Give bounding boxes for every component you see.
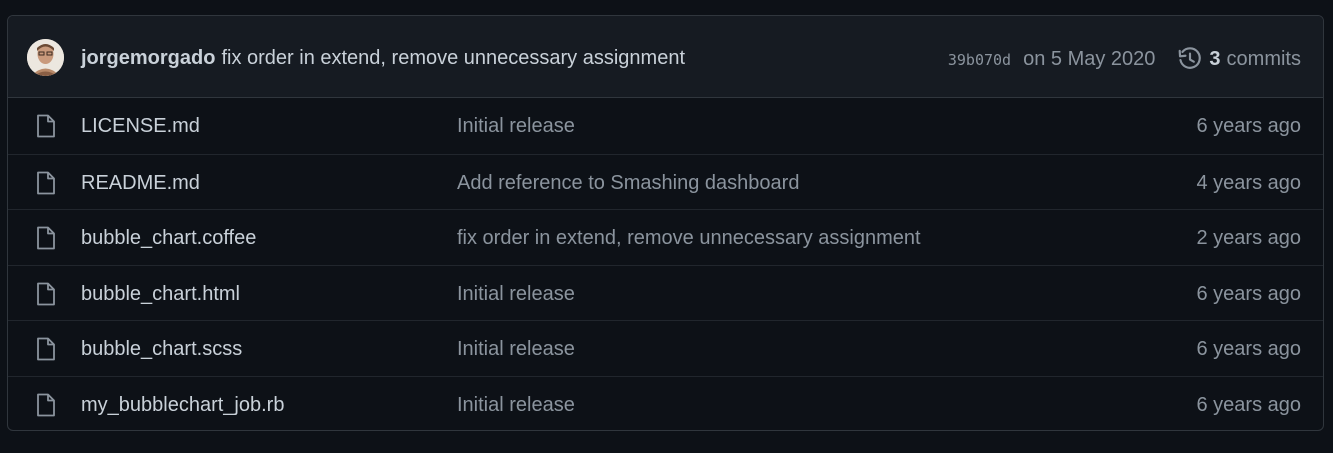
file-commit-age: 6 years ago bbox=[1196, 115, 1301, 137]
file-row: LICENSE.md Initial release 6 years ago bbox=[8, 98, 1323, 154]
file-name-link[interactable]: my_bubblechart_job.rb bbox=[81, 392, 284, 418]
file-row: README.md Add reference to Smashing dash… bbox=[8, 153, 1323, 210]
file-list: LICENSE.md Initial release 6 years ago R… bbox=[8, 98, 1323, 430]
history-icon[interactable] bbox=[1177, 46, 1203, 72]
commit-meta: 39b070d on 5 May 2020 3 commits bbox=[948, 45, 1301, 73]
file-icon bbox=[37, 282, 55, 306]
commits-label[interactable]: commits bbox=[1227, 46, 1301, 72]
author-avatar[interactable] bbox=[27, 39, 64, 76]
file-commit-age: 4 years ago bbox=[1196, 171, 1301, 194]
commit-date: on 5 May 2020 bbox=[1023, 48, 1156, 70]
commits-count[interactable]: 3 bbox=[1209, 46, 1220, 72]
file-name-link[interactable]: bubble_chart.html bbox=[81, 281, 240, 307]
file-browser: jorgemorgado fix order in extend, remove … bbox=[7, 15, 1324, 431]
commit-sha-link[interactable]: 39b070d bbox=[948, 45, 1011, 73]
file-commit-message-link[interactable]: Initial release bbox=[457, 281, 575, 307]
file-commit-message-link[interactable]: Initial release bbox=[457, 336, 575, 362]
file-row: bubble_chart.html Initial release 6 year… bbox=[8, 264, 1323, 321]
file-name-link[interactable]: bubble_chart.scss bbox=[81, 336, 242, 362]
file-icon bbox=[37, 337, 55, 361]
file-commit-message-link[interactable]: fix order in extend, remove unnecessary … bbox=[457, 225, 921, 251]
file-row: bubble_chart.coffee fix order in extend,… bbox=[8, 209, 1323, 265]
file-name-link[interactable]: README.md bbox=[81, 170, 200, 196]
file-commit-message-link[interactable]: Add reference to Smashing dashboard bbox=[457, 170, 799, 196]
latest-commit-line: jorgemorgado fix order in extend, remove … bbox=[81, 45, 685, 71]
file-icon bbox=[37, 114, 55, 138]
file-icon bbox=[37, 393, 55, 417]
file-commit-age: 6 years ago bbox=[1196, 338, 1301, 361]
file-icon bbox=[37, 171, 55, 194]
file-commit-age: 2 years ago bbox=[1196, 227, 1301, 250]
file-icon bbox=[37, 226, 55, 250]
file-row: bubble_chart.scss Initial release 6 year… bbox=[8, 320, 1323, 376]
file-name-link[interactable]: LICENSE.md bbox=[81, 113, 200, 139]
file-row: my_bubblechart_job.rb Initial release 6 … bbox=[8, 375, 1323, 430]
commit-message-link[interactable]: fix order in extend, remove unnecessary … bbox=[221, 47, 685, 69]
file-commit-message-link[interactable]: Initial release bbox=[457, 392, 575, 418]
file-commit-age: 6 years ago bbox=[1196, 393, 1301, 416]
commit-author-link[interactable]: jorgemorgado bbox=[81, 47, 215, 69]
file-name-link[interactable]: bubble_chart.coffee bbox=[81, 225, 256, 251]
file-commit-message-link[interactable]: Initial release bbox=[457, 113, 575, 139]
file-commit-age: 6 years ago bbox=[1196, 282, 1301, 305]
latest-commit-header: jorgemorgado fix order in extend, remove … bbox=[8, 16, 1323, 98]
